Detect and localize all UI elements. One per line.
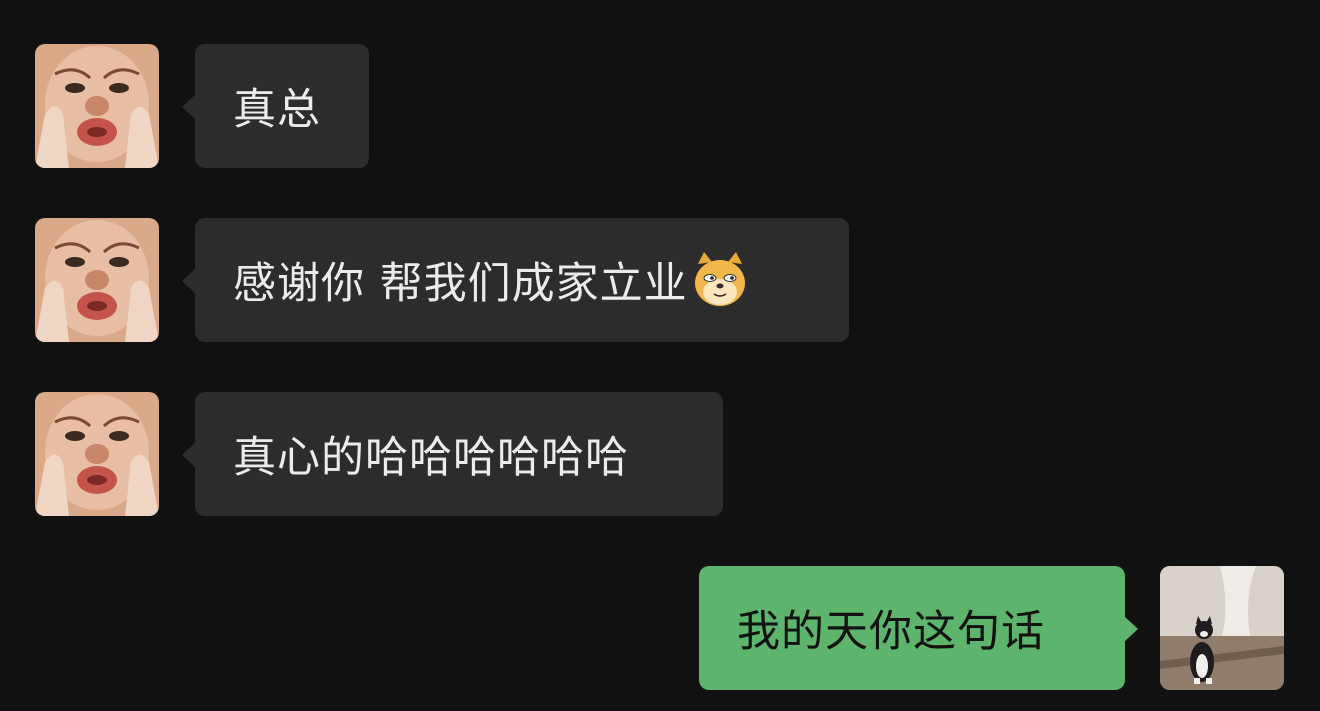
bubble-tail xyxy=(1124,616,1138,642)
message-row-incoming: 真心的哈哈哈哈哈哈 xyxy=(0,392,1320,516)
message-bubble[interactable]: 真心的哈哈哈哈哈哈 xyxy=(182,392,723,516)
chat-thread: 真总 感谢你 帮我们成家立业 真心的哈哈哈哈哈哈 我的天你这句话 xyxy=(0,0,1320,711)
message-row-outgoing: 我的天你这句话 xyxy=(0,566,1320,690)
contact-avatar[interactable] xyxy=(35,44,159,168)
my-avatar[interactable] xyxy=(1160,566,1284,690)
contact-avatar[interactable] xyxy=(35,218,159,342)
doge-cat-face-icon xyxy=(694,252,745,306)
message-text: 感谢你 帮我们成家立业 xyxy=(233,259,688,309)
message-text: 真总 xyxy=(233,85,321,135)
bubble-tail xyxy=(182,94,196,120)
message-row-incoming: 真总 xyxy=(0,44,1320,168)
bubble-tail xyxy=(182,442,196,468)
message-text: 我的天你这句话 xyxy=(737,607,1045,657)
message-bubble[interactable]: 感谢你 帮我们成家立业 xyxy=(182,218,849,342)
bubble-tail xyxy=(182,268,196,294)
message-text: 真心的哈哈哈哈哈哈 xyxy=(233,433,629,483)
message-bubble[interactable]: 真总 xyxy=(182,44,369,168)
message-row-incoming: 感谢你 帮我们成家立业 xyxy=(0,218,1320,342)
message-bubble[interactable]: 我的天你这句话 xyxy=(699,566,1138,690)
contact-avatar[interactable] xyxy=(35,392,159,516)
